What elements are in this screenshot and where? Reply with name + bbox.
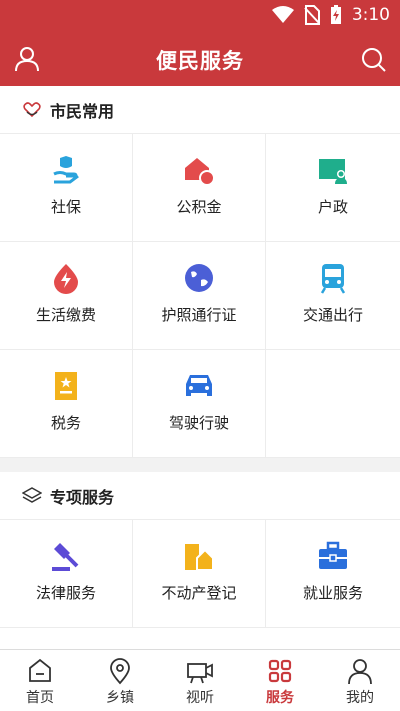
service-tax[interactable]: 税务	[0, 350, 133, 458]
grid-icon	[268, 659, 292, 683]
app-header: 便民服务	[0, 34, 400, 86]
household-icon	[319, 159, 347, 184]
car-icon	[186, 375, 212, 396]
battery-charging-icon	[330, 5, 341, 24]
bottom-tab-bar: 首页 乡镇 视听 服务 我的	[0, 649, 400, 711]
service-transport[interactable]: 交通出行	[266, 242, 400, 350]
section-header: 市民常用	[0, 86, 400, 134]
section-title: 专项服务	[50, 487, 115, 507]
service-employment[interactable]: 就业服务	[266, 520, 400, 628]
heart-hands-icon	[23, 101, 41, 117]
section-common: 市民常用 社保 公积金 户政 生活缴费 护照通行证 交通出行 税务 驾驶行驶	[0, 86, 400, 458]
service-utility-payment[interactable]: 生活缴费	[0, 242, 133, 350]
section-title: 市民常用	[50, 101, 115, 121]
housing-fund-icon	[185, 158, 215, 186]
passport-icon	[185, 264, 213, 292]
location-pin-icon	[110, 658, 130, 685]
search-icon[interactable]	[358, 44, 388, 74]
tab-media[interactable]: 视听	[160, 650, 240, 711]
section-special: 专项服务 法律服务 不动产登记 就业服务	[0, 472, 400, 649]
layers-icon	[22, 486, 42, 503]
service-passport[interactable]: 护照通行证	[133, 242, 266, 350]
tab-home[interactable]: 首页	[0, 650, 80, 711]
section-divider	[0, 458, 400, 472]
real-estate-icon	[185, 544, 214, 571]
service-driving[interactable]: 驾驶行驶	[133, 350, 266, 458]
service-housing-fund[interactable]: 公积金	[133, 134, 266, 242]
utility-payment-icon	[54, 264, 78, 294]
tab-mine[interactable]: 我的	[320, 650, 400, 711]
status-bar: 3:10	[0, 0, 400, 34]
service-household[interactable]: 户政	[266, 134, 400, 242]
clock: 3:10	[351, 5, 390, 25]
empty-cell	[266, 350, 400, 458]
video-camera-icon	[187, 663, 213, 684]
social-security-icon	[53, 156, 79, 184]
transport-icon	[320, 264, 346, 294]
wifi-icon	[271, 6, 294, 23]
page-title: 便民服务	[156, 49, 244, 73]
service-real-estate[interactable]: 不动产登记	[133, 520, 266, 628]
tab-services[interactable]: 服务	[240, 650, 320, 711]
no-sim-icon	[304, 5, 320, 25]
home-icon	[29, 658, 51, 682]
tab-township[interactable]: 乡镇	[80, 650, 160, 711]
briefcase-icon	[319, 541, 347, 569]
tax-icon	[55, 372, 77, 400]
section-header: 专项服务	[0, 472, 400, 520]
service-social-security[interactable]: 社保	[0, 134, 133, 242]
person-icon	[348, 659, 372, 685]
service-legal[interactable]: 法律服务	[0, 520, 133, 628]
gavel-icon	[52, 543, 79, 571]
